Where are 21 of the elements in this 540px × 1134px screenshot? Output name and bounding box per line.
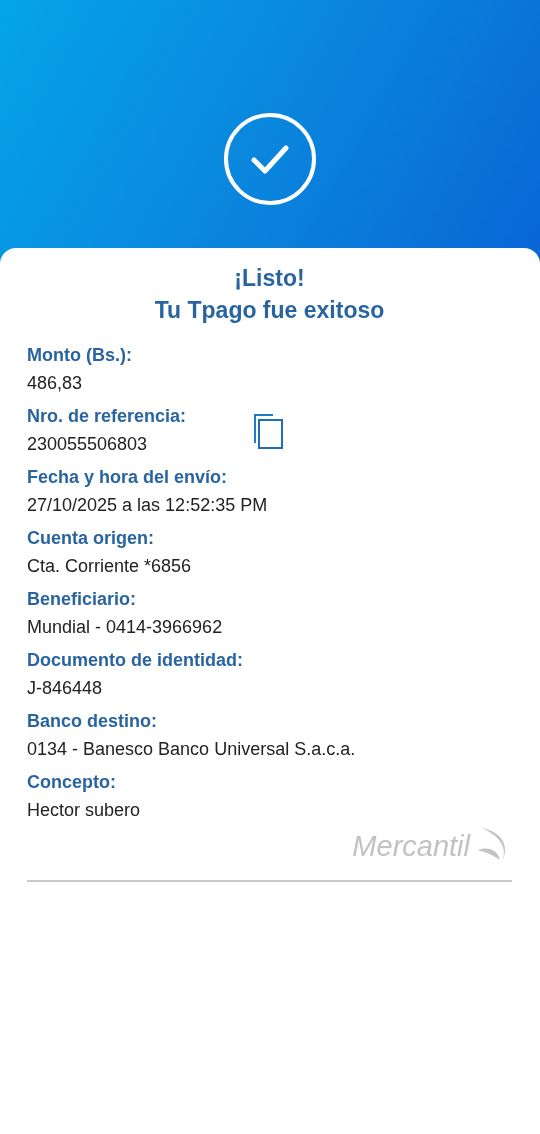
field-value: Hector subero xyxy=(27,799,141,822)
field-value: 27/10/2025 a las 12:52:35 PM xyxy=(27,494,268,517)
field-label: Concepto: xyxy=(27,771,117,793)
field-label: Nro. de referencia: xyxy=(27,405,187,427)
field-value: 230055506803 xyxy=(27,433,149,456)
field-label: Cuenta origen: xyxy=(27,527,155,549)
bank-logo-text: Mercantil xyxy=(352,829,470,863)
field-label: Fecha y hora del envío: xyxy=(27,466,229,488)
field-value: Mundial - 0414-3966962 xyxy=(27,616,223,639)
copy-icon[interactable] xyxy=(254,412,285,449)
success-title: ¡Listo! xyxy=(233,264,306,293)
field-value: J-846448 xyxy=(27,677,104,700)
check-circle-icon xyxy=(223,112,317,206)
field-label: Banco destino: xyxy=(27,710,158,732)
field-label: Monto (Bs.): xyxy=(27,344,132,366)
field-value: 486,83 xyxy=(27,372,84,395)
field-label: Beneficiario: xyxy=(27,588,138,610)
field-value: 0134 - Banesco Banco Universal S.a.c.a. xyxy=(27,738,356,761)
field-value: Cta. Corriente *6856 xyxy=(27,555,192,578)
field-label: Documento de identidad: xyxy=(27,649,243,671)
success-subtitle: Tu Tpago fue exitoso xyxy=(153,296,386,325)
